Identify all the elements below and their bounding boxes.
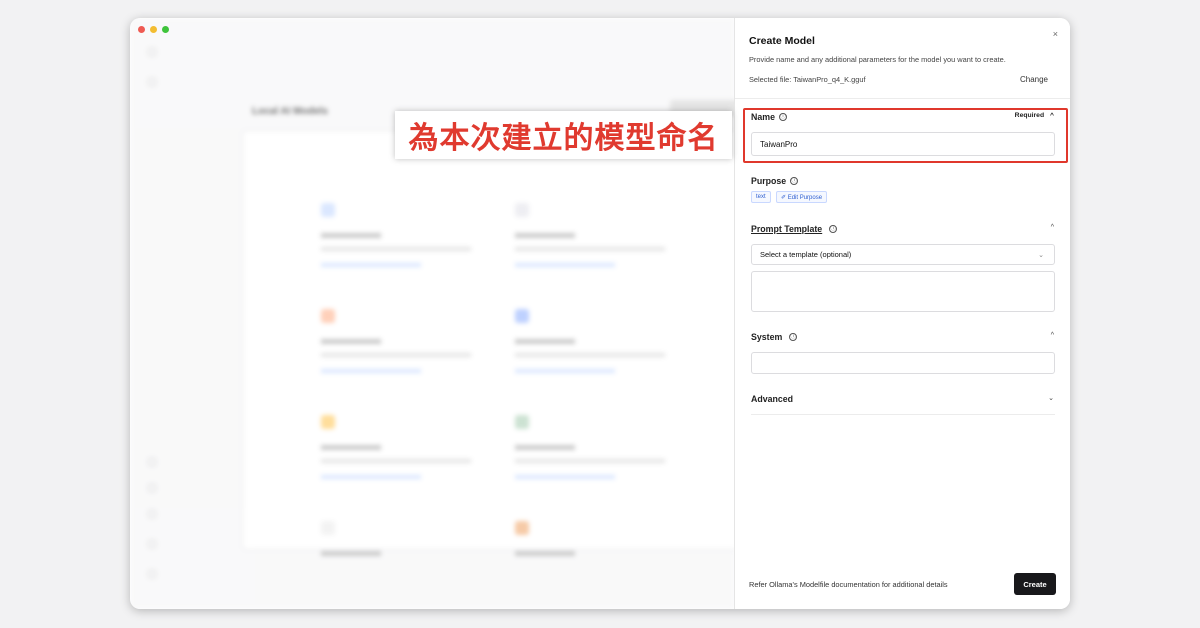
divider: [751, 414, 1055, 415]
prompt-template-label-text[interactable]: Prompt Template: [751, 224, 822, 234]
info-icon[interactable]: ⓘ: [829, 225, 838, 233]
footer-note: Refer Ollama's Modelfile documentation f…: [749, 580, 948, 589]
chevron-up-icon[interactable]: ^: [1051, 224, 1054, 231]
background-app: Local AI Models: [130, 18, 742, 609]
background-title: Local AI Models: [252, 106, 328, 117]
template-textarea[interactable]: [751, 271, 1055, 312]
advanced-label[interactable]: Advanced: [751, 394, 793, 404]
system-label: System ⓘ: [751, 332, 798, 342]
template-select-value: Select a template (optional): [760, 250, 852, 259]
name-label: Name ⓘ: [751, 112, 787, 122]
dialog-description: Provide name and any additional paramete…: [749, 55, 1006, 64]
window-controls: [138, 26, 169, 33]
change-file-button[interactable]: Change: [1020, 75, 1048, 84]
create-model-dialog: Create Model × Provide name and any addi…: [734, 18, 1070, 609]
close-window-button[interactable]: [138, 26, 145, 33]
create-button[interactable]: Create: [1014, 573, 1056, 595]
dialog-title: Create Model: [749, 35, 815, 47]
maximize-window-button[interactable]: [162, 26, 169, 33]
name-label-text: Name: [751, 112, 775, 122]
required-label: Required ^: [1015, 112, 1054, 119]
close-icon[interactable]: ×: [1053, 29, 1058, 39]
divider: [735, 98, 1070, 99]
chevron-down-icon: ⌄: [1038, 251, 1044, 259]
chevron-up-icon[interactable]: ^: [1051, 332, 1054, 339]
system-label-text: System: [751, 332, 783, 342]
edit-purpose-button[interactable]: ✐ Edit Purpose: [776, 191, 828, 203]
app-window: Local AI Models Create Model × Provide n…: [130, 18, 1070, 609]
system-input[interactable]: [751, 352, 1055, 374]
info-icon[interactable]: ⓘ: [789, 333, 798, 341]
background-sidebar: [130, 18, 240, 609]
required-text: Required: [1014, 112, 1045, 119]
purpose-label-text: Purpose: [751, 176, 787, 186]
purpose-label: Purpose ⓘ: [751, 176, 799, 186]
annotation-callout: 為本次建立的模型命名: [395, 111, 732, 159]
minimize-window-button[interactable]: [150, 26, 157, 33]
background-model-grid: [242, 130, 742, 556]
chevron-up-icon[interactable]: ^: [1050, 112, 1054, 119]
chevron-down-icon[interactable]: ⌄: [1048, 394, 1054, 402]
purpose-tag-text[interactable]: text: [751, 191, 771, 203]
info-icon[interactable]: ⓘ: [778, 113, 787, 121]
model-name-input[interactable]: TaiwanPro: [751, 132, 1055, 156]
selected-file-text: Selected file: TaiwanPro_q4_K.gguf: [749, 75, 866, 84]
template-select[interactable]: Select a template (optional) ⌄: [751, 244, 1055, 265]
info-icon[interactable]: ⓘ: [790, 177, 799, 185]
prompt-template-label: Prompt Template ⓘ: [751, 224, 838, 234]
